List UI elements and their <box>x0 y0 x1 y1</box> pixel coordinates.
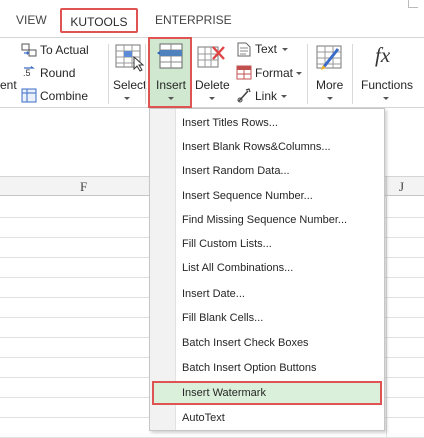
menu-item-find-missing-sequence-number[interactable]: Find Missing Sequence Number... <box>152 208 382 232</box>
combine-label: Combine <box>40 89 89 103</box>
round-label: Round <box>40 66 76 80</box>
delete-icon <box>197 46 225 68</box>
column-header-f[interactable]: F <box>80 177 87 197</box>
menu-item-list-all-combinations[interactable]: List All Combinations... <box>152 256 382 280</box>
format-dropdown-caret <box>296 72 302 75</box>
ribbon-separator <box>145 44 146 104</box>
ribbon-separator <box>307 44 308 104</box>
text-label: Text <box>255 42 278 56</box>
text-icon <box>237 42 251 57</box>
combine-icon <box>21 88 37 103</box>
window-corner-control[interactable] <box>408 0 418 8</box>
ribbon-separator <box>352 44 353 104</box>
functions-icon: fx <box>375 43 391 67</box>
menu-item-insert-date[interactable]: Insert Date... <box>152 282 382 306</box>
menu-item-fill-blank-cells[interactable]: Fill Blank Cells... <box>152 306 382 330</box>
tab-kutools[interactable]: KUTOOLS <box>60 8 138 33</box>
svg-text:.5: .5 <box>23 68 31 78</box>
insert-label: Insert <box>156 78 187 92</box>
select-label: Select <box>113 78 147 92</box>
delete-dropdown-caret <box>209 97 215 100</box>
more-icon <box>316 45 342 70</box>
select-icon <box>115 44 145 72</box>
menu-item-batch-insert-check-boxes[interactable]: Batch Insert Check Boxes <box>152 331 382 355</box>
link-icon <box>237 88 251 103</box>
delete-label: Delete <box>195 78 230 92</box>
functions-label: Functions <box>361 78 414 92</box>
ribbon: ent To Actual .5 Round Combine Select De… <box>0 37 424 108</box>
round-icon: .5 <box>23 66 35 78</box>
link-dropdown-caret <box>281 95 287 98</box>
tab-enterprise[interactable]: ENTERPRISE <box>155 8 232 33</box>
column-gridline <box>386 176 387 438</box>
column-header-j[interactable]: J <box>399 177 404 197</box>
insert-button[interactable]: Insert <box>148 37 192 108</box>
menu-item-insert-watermark[interactable]: Insert Watermark <box>152 381 382 405</box>
ribbon-separator <box>108 44 109 104</box>
menu-item-autotext[interactable]: AutoText <box>152 406 382 430</box>
menu-item-fill-custom-lists[interactable]: Fill Custom Lists... <box>152 232 382 256</box>
menu-item-batch-insert-option-buttons[interactable]: Batch Insert Option Buttons <box>152 356 382 380</box>
more-dropdown-caret <box>327 97 333 100</box>
select-dropdown-caret <box>124 97 130 100</box>
menu-item-insert-sequence-number[interactable]: Insert Sequence Number... <box>152 184 382 208</box>
to-actual-label: To Actual <box>40 43 89 57</box>
insert-icon <box>157 43 183 69</box>
link-label: Link <box>255 89 278 103</box>
to-actual-icon <box>21 43 37 57</box>
functions-dropdown-caret <box>383 97 389 100</box>
menu-item-insert-titles-rows[interactable]: Insert Titles Rows... <box>152 111 382 135</box>
cut-off-label: ent <box>0 78 17 92</box>
menu-item-insert-random-data[interactable]: Insert Random Data... <box>152 159 382 183</box>
more-label: More <box>316 78 344 92</box>
insert-dropdown-menu: Insert Titles Rows... Insert Blank Rows&… <box>149 108 385 431</box>
insert-dropdown-caret <box>168 97 174 100</box>
tab-view[interactable]: VIEW <box>16 8 47 33</box>
ribbon-tab-strip: VIEW KUTOOLS ENTERPRISE <box>0 0 424 37</box>
menu-item-insert-blank-rows-columns[interactable]: Insert Blank Rows&Columns... <box>152 135 382 159</box>
text-dropdown-caret <box>282 48 288 51</box>
format-icon <box>236 65 252 80</box>
format-label: Format <box>255 66 294 80</box>
